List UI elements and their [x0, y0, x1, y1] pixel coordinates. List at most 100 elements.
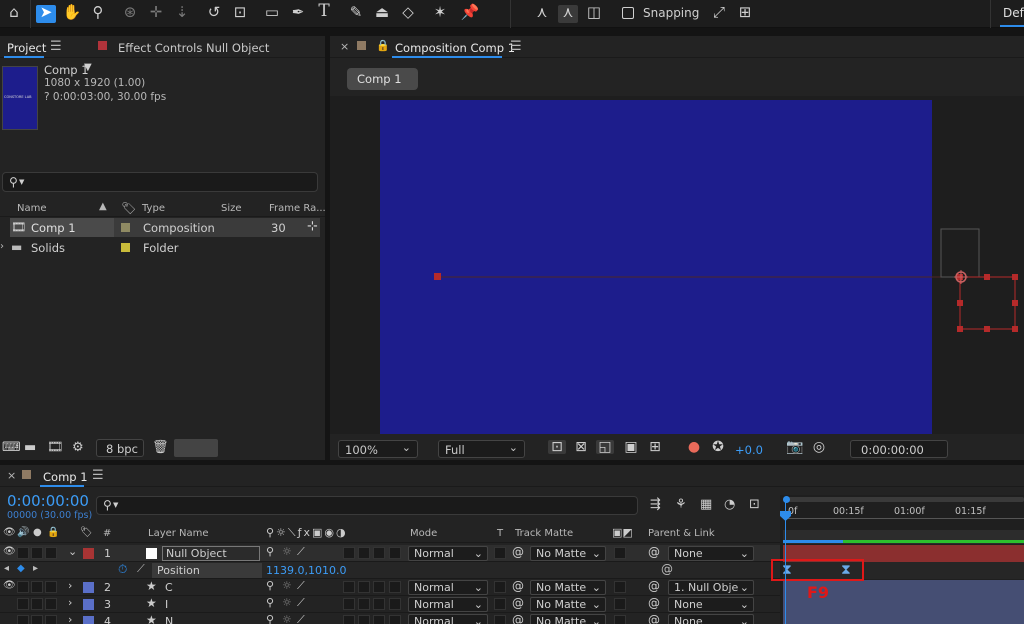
- layer-label-swatch[interactable]: [83, 616, 94, 624]
- track-matte-dropdown[interactable]: No Matte ⌄: [530, 597, 606, 612]
- transparency-grid-icon[interactable]: ⊠: [572, 440, 590, 454]
- audio-switch-icon[interactable]: 🔊: [17, 527, 29, 538]
- quality-switch-icon[interactable]: ⟋: [297, 579, 305, 593]
- audio-toggle[interactable]: [17, 547, 29, 559]
- exposure-value[interactable]: +0.0: [735, 443, 763, 457]
- composition-viewer[interactable]: [330, 96, 1024, 434]
- audio-toggle[interactable]: [17, 598, 29, 610]
- viewer-timecode[interactable]: 0:00:00:00: [850, 440, 948, 458]
- layer-label-swatch[interactable]: [83, 599, 94, 610]
- layer-bar-n[interactable]: [783, 614, 1024, 624]
- close-icon[interactable]: ×: [340, 40, 349, 53]
- 3d-toggle[interactable]: [358, 598, 370, 610]
- axis-view-icon[interactable]: ◫: [584, 5, 604, 23]
- frame-blend-toggle[interactable]: [389, 547, 401, 559]
- axis-world-icon[interactable]: ⋏: [558, 5, 578, 23]
- parent-dropdown[interactable]: None ⌄: [668, 546, 754, 561]
- guides-icon[interactable]: ⊞: [646, 440, 664, 454]
- collapse-chevron-icon[interactable]: ⌄: [68, 545, 77, 558]
- video-switch-icon[interactable]: 👁: [3, 527, 16, 538]
- quality-switch-icon[interactable]: ⟋: [297, 613, 305, 624]
- sort-up-icon[interactable]: ▲: [99, 201, 107, 212]
- matte-pickwhip-icon[interactable]: @: [512, 545, 524, 559]
- pan-behind-icon[interactable]: ⊡: [230, 5, 250, 23]
- close-icon[interactable]: ×: [7, 469, 16, 482]
- layer-name[interactable]: I: [165, 598, 168, 611]
- matte-switch-icons[interactable]: ▣◩: [612, 526, 633, 539]
- snap-arrow-icon[interactable]: ⤢: [709, 5, 729, 23]
- layer-row[interactable]: › 4 ★ N ⚲ ☼ ⟋ Normal ⌄ @ No Matte ⌄ @ None…: [0, 613, 780, 624]
- solo-toggle[interactable]: [31, 581, 43, 593]
- col-parent-link[interactable]: Parent & Link: [648, 528, 715, 539]
- parent-pickwhip-icon[interactable]: @: [648, 579, 660, 593]
- layer-switches-icons[interactable]: ⚲☼⟍ƒx▣◉◑: [266, 526, 348, 540]
- add-keyframe-icon[interactable]: ◆: [17, 563, 25, 574]
- col-layer-name[interactable]: Layer Name: [148, 528, 209, 539]
- lock-icon[interactable]: 🔒: [376, 39, 390, 52]
- parent-dropdown[interactable]: None ⌄: [668, 597, 754, 612]
- motion-blur-toggle[interactable]: [373, 581, 385, 593]
- pickwhip-icon[interactable]: @: [661, 562, 673, 576]
- snapping-checkbox[interactable]: [622, 7, 634, 19]
- matte-alpha-toggle[interactable]: [614, 581, 626, 593]
- col-type[interactable]: Type: [142, 203, 165, 214]
- parent-pickwhip-icon[interactable]: @: [648, 545, 660, 559]
- timeline-search-input[interactable]: ⚲ ▼: [96, 496, 638, 515]
- solo-switch-icon[interactable]: ●: [33, 527, 42, 538]
- expand-chevron-icon[interactable]: ›: [68, 579, 72, 592]
- graph-editor-icon[interactable]: ⊡: [749, 498, 760, 511]
- zoom-dropdown[interactable]: 100% ⌄: [338, 440, 418, 458]
- layer-name[interactable]: C: [165, 581, 173, 594]
- 3d-toggle[interactable]: [358, 615, 370, 624]
- matte-pickwhip-icon[interactable]: @: [512, 596, 524, 610]
- label-tag-icon[interactable]: 🏷: [121, 201, 136, 215]
- layer-label-swatch[interactable]: [83, 548, 94, 559]
- color-channels-icon[interactable]: ●: [685, 440, 703, 454]
- panel-menu-icon[interactable]: ☰: [510, 39, 522, 54]
- adjustment-toggle[interactable]: [343, 598, 355, 610]
- label-swatch[interactable]: [121, 243, 130, 252]
- eye-icon[interactable]: 👁: [3, 546, 16, 557]
- layer-label-swatch[interactable]: [83, 582, 94, 593]
- panel-menu-icon[interactable]: ☰: [92, 468, 104, 483]
- work-area-bar[interactable]: [783, 496, 1024, 503]
- motion-blur-toggle[interactable]: [373, 615, 385, 624]
- preserve-transparency-toggle[interactable]: [494, 615, 506, 624]
- blend-mode-dropdown[interactable]: Normal ⌄: [408, 546, 488, 561]
- label-swatch[interactable]: [121, 223, 130, 232]
- stopwatch-icon[interactable]: ⏱: [118, 562, 127, 577]
- rectangle-tool-icon[interactable]: ▭: [262, 5, 282, 23]
- collapse-switch-icon[interactable]: ☼: [282, 596, 292, 609]
- position-value[interactable]: 1139.0,1010.0: [266, 564, 346, 577]
- shy-switch-icon[interactable]: ⚲: [266, 579, 274, 592]
- parent-dropdown[interactable]: 1. Null Obje ⌄: [668, 580, 754, 595]
- comp-info-dropdown-icon[interactable]: ▼: [84, 62, 92, 73]
- col-name[interactable]: Name: [17, 203, 47, 214]
- label-tag-icon[interactable]: 🏷: [80, 527, 93, 538]
- orbit-camera-icon[interactable]: ⊛: [120, 5, 140, 23]
- solo-toggle[interactable]: [31, 547, 43, 559]
- hand-tool-icon[interactable]: ✋: [62, 5, 82, 23]
- blend-mode-dropdown[interactable]: Normal ⌄: [408, 597, 488, 612]
- expand-chevron-icon[interactable]: ›: [68, 613, 72, 624]
- matte-alpha-toggle[interactable]: [614, 615, 626, 624]
- region-of-interest-icon[interactable]: ▣: [622, 440, 640, 454]
- expand-chevron-icon[interactable]: ›: [68, 596, 72, 609]
- blend-mode-dropdown[interactable]: Normal ⌄: [408, 580, 488, 595]
- mask-visibility-icon[interactable]: ◱: [596, 440, 614, 454]
- current-time-display[interactable]: 0:00:00:00: [7, 492, 89, 510]
- tab-timeline-comp[interactable]: Comp 1: [43, 470, 88, 484]
- adjust-settings-icon[interactable]: ⚙: [72, 440, 84, 455]
- prev-keyframe-icon[interactable]: ◂: [4, 563, 9, 574]
- matte-alpha-toggle[interactable]: [614, 547, 626, 559]
- motion-blur-toggle[interactable]: [373, 598, 385, 610]
- tab-project[interactable]: Project: [7, 41, 46, 55]
- property-row-position[interactable]: ◂ ◆ ▸ ⏱ ⟋ Position 1139.0,1010.0 @: [0, 562, 780, 579]
- 3d-toggle[interactable]: [358, 547, 370, 559]
- parent-pickwhip-icon[interactable]: @: [648, 613, 660, 624]
- next-keyframe-icon[interactable]: ▸: [33, 563, 38, 574]
- shy-switch-icon[interactable]: ⚲: [266, 596, 274, 609]
- color-management-icon[interactable]: ✪: [709, 440, 727, 454]
- time-ruler-area[interactable]: 0f 00:15f 01:00f 01:15f ⧗ ⧗ F9: [771, 495, 1024, 624]
- project-item-solids[interactable]: › ▬ Solids Folder: [0, 238, 325, 257]
